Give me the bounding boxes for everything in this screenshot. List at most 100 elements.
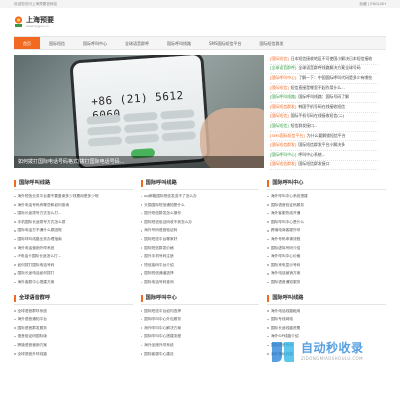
category-tag[interactable]: [国际呼叫中心] bbox=[270, 152, 296, 158]
side-list-item[interactable]: [国际短信] 短信群发接口... bbox=[270, 122, 378, 132]
article-link[interactable]: 语音验证码国际版 bbox=[14, 332, 133, 341]
article-link[interactable]: 国际专线网络 bbox=[267, 315, 386, 324]
article-link[interactable]: 国际短信群发价格 bbox=[141, 244, 260, 253]
article-link[interactable]: 国际语音群发服务 bbox=[14, 324, 133, 333]
side-list-text[interactable]: 短信直接是哪里不起作用什么... bbox=[291, 85, 345, 91]
banner-caption[interactable]: 如何拨打国际电话号码格式|拨打国际电话号码... bbox=[14, 156, 264, 168]
article-link[interactable]: 国外手机号码注册 bbox=[141, 252, 260, 261]
article-link[interactable]: 国际短信验证码收不到怎么办 bbox=[141, 218, 260, 227]
section-title[interactable]: 国际呼叫线路 bbox=[140, 178, 260, 191]
site-logo[interactable]: 上海预要 www.hyjyun.cn bbox=[14, 16, 54, 29]
category-tag[interactable]: [国际呼叫线路] bbox=[270, 94, 296, 100]
article-link[interactable]: 海外客服中心搭建方案 bbox=[14, 278, 133, 287]
side-list-text[interactable]: 呼叫中心系统... bbox=[298, 152, 325, 158]
article-link[interactable]: qq邮箱国际短信发送不了怎么办 bbox=[141, 192, 260, 201]
section-title[interactable]: 国际呼叫线路 bbox=[267, 293, 387, 305]
article-link[interactable]: 国际来电显示号码 bbox=[267, 261, 386, 270]
category-tag[interactable]: [国际短信] bbox=[270, 123, 289, 129]
side-list-item[interactable]: [国际呼叫中心] 了解一下：中国国际呼叫代码是多少有哪些 bbox=[270, 74, 378, 84]
side-list-text[interactable]: 国际短信群发平台小解决多 bbox=[298, 142, 345, 148]
side-list-item[interactable]: [国际短信群发] 国际短信群发平台小解决多 bbox=[270, 141, 378, 151]
article-link[interactable]: 海外客服热线开通 bbox=[267, 209, 386, 218]
category-tag[interactable]: [SMS国际短信平台] bbox=[270, 133, 305, 139]
side-list-item[interactable]: [国际短信] 短信直接是哪里不起作用什么... bbox=[270, 84, 378, 94]
article-link[interactable]: 手机国际长途拨号方式怎么拨 bbox=[14, 218, 133, 227]
article-link[interactable]: 海外号码语音验证码 bbox=[141, 227, 260, 236]
top-links[interactable]: 收藏 | ENGLISH bbox=[360, 2, 386, 6]
side-list-text[interactable]: 国际短信群发接口 bbox=[298, 162, 329, 167]
side-list-text[interactable]: 了解一下：中国国际呼叫代码是多少有哪些 bbox=[298, 75, 372, 81]
side-list-text[interactable]: 韩国手机号码在线接收短信 bbox=[298, 104, 345, 110]
article-link[interactable]: 海外电话号码有哪些和如何查询 bbox=[14, 201, 133, 210]
article-link[interactable]: IP电话卡国际长途怎么打... bbox=[14, 252, 133, 261]
article-link[interactable]: 海外坐席外呼系统 bbox=[141, 341, 260, 350]
article-link[interactable]: 国际呼叫中心外包服务 bbox=[141, 315, 260, 324]
side-list-item[interactable]: [全球语音群呼] 全球语音群呼线路解决方案全球号码 bbox=[270, 65, 378, 75]
category-tag[interactable]: [全球语音群呼] bbox=[270, 66, 296, 71]
nav-item-3[interactable]: 全球语音群呼 bbox=[116, 37, 158, 49]
article-link[interactable]: 海外落地线路 bbox=[267, 350, 386, 359]
side-list-text[interactable]: 日本短信接收地区不可使国小解决日本短信接收 bbox=[291, 56, 373, 62]
side-list-item[interactable]: [国际短信] 日本短信接收地区不可使国小解决日本短信接收 bbox=[270, 55, 378, 65]
article-link[interactable]: 海外呼叫中心解决方案 bbox=[141, 324, 260, 333]
article-link[interactable]: 海外呼叫中心价格 bbox=[267, 252, 386, 261]
article-link[interactable]: 国际语音通知服务 bbox=[267, 278, 386, 287]
section-title[interactable]: 国际呼叫中心 bbox=[140, 293, 260, 305]
article-link[interactable]: 短信接码平台介绍 bbox=[141, 261, 260, 270]
article-link[interactable]: 国外短信群发怎么操作 bbox=[141, 209, 260, 218]
nav-item-0[interactable]: 首页 bbox=[14, 37, 40, 49]
nav-item-5[interactable]: SMS国际短信平台 bbox=[200, 37, 251, 49]
category-tag[interactable]: [国际短信] bbox=[270, 56, 289, 62]
article-link[interactable]: 国际客服中心建设 bbox=[141, 350, 260, 359]
side-list-item[interactable]: [国际呼叫中心] 呼叫中心系统... bbox=[270, 151, 378, 161]
side-list-item[interactable]: [国际短信群发] 国际短信群发接口 bbox=[270, 161, 378, 171]
section-title[interactable]: 国际呼叫中心 bbox=[267, 178, 387, 191]
article-link[interactable]: 海外语音通知平台 bbox=[14, 315, 133, 324]
side-list-text[interactable]: 短信群发接口... bbox=[291, 123, 318, 129]
article-link[interactable]: 跨境电商客服外呼 bbox=[267, 227, 386, 236]
article-link[interactable]: 国际长途线路资费 bbox=[267, 324, 386, 333]
category-tag[interactable]: [国际短信群发] bbox=[270, 142, 296, 148]
side-list-item[interactable]: [国际短信] 国际手机号码在线接收短信(二) bbox=[270, 113, 378, 123]
article-link[interactable]: 如何拨打国际电话号码 bbox=[14, 261, 133, 270]
side-list-text[interactable]: 全球语音群呼线路解决方案全球号码 bbox=[298, 66, 360, 71]
side-list-text[interactable]: 国际呼叫线路：国际号码了解 bbox=[298, 94, 349, 100]
category-tag[interactable]: [国际短信] bbox=[270, 114, 289, 119]
article-link[interactable]: 海外电话线路租用 bbox=[267, 307, 386, 316]
nav-item-6[interactable]: 国际短信群发 bbox=[251, 37, 293, 49]
article-link[interactable]: 天猫国际短信通知是什么 bbox=[141, 201, 260, 210]
article-link[interactable]: 海外呼叫中心系统搭建 bbox=[267, 192, 386, 201]
nav-item-2[interactable]: 国际呼叫中心 bbox=[74, 37, 116, 49]
article-link[interactable]: 跨境语音营销方案 bbox=[14, 341, 133, 350]
side-list-text[interactable]: 国际手机号码在线接收短信(二) bbox=[291, 114, 345, 119]
side-list-item[interactable]: [国际呼叫线路] 国际呼叫线路：国际号码了解 bbox=[270, 93, 378, 103]
side-list-item[interactable]: [国际短信群发] 韩国手机号码在线接收短信 bbox=[270, 103, 378, 113]
article-link[interactable]: 国际短信平台如何选择 bbox=[141, 307, 260, 316]
article-link[interactable]: 国际长途电话如何拨打 bbox=[14, 269, 133, 278]
side-list-text[interactable]: 为什么要解锁短信平台 bbox=[307, 133, 346, 139]
article-link[interactable]: 国际语音专线 bbox=[267, 341, 386, 350]
article-link[interactable]: 国际长途拨号方式怎么打... bbox=[14, 209, 133, 218]
nav-item-1[interactable]: 国际短信 bbox=[40, 37, 74, 49]
category-tag[interactable]: [国际呼叫中心] bbox=[270, 75, 296, 81]
article-link[interactable]: 海外短信业务平台要不要备案多少钱费用是多少呢 bbox=[14, 192, 133, 201]
category-tag[interactable]: [国际短信群发] bbox=[270, 162, 296, 167]
category-tag[interactable]: [国际短信] bbox=[270, 85, 289, 91]
article-link[interactable]: 国际呼叫中心是什么 bbox=[267, 218, 386, 227]
section-title[interactable]: 国际呼叫线路 bbox=[14, 178, 133, 191]
hero-banner[interactable]: +86 (21) 5612 6060 如何拨打国际电话号码格式|拨打国际电话号码… bbox=[14, 55, 264, 168]
article-link[interactable]: 海外电话营销方案 bbox=[267, 269, 386, 278]
article-link[interactable]: 国际呼叫线路业务办理指南 bbox=[14, 235, 133, 244]
article-link[interactable]: 海外SIP线路介绍 bbox=[267, 332, 386, 341]
article-link[interactable]: 全球语音外呼线路 bbox=[14, 350, 133, 359]
article-link[interactable]: 国际短信通道选择 bbox=[141, 269, 260, 278]
article-link[interactable]: 国际虚拟号码介绍 bbox=[267, 244, 386, 253]
article-link[interactable]: 国际电话号码查询 bbox=[141, 278, 260, 287]
article-link[interactable]: 海外电话营销外呼系统 bbox=[14, 244, 133, 253]
article-link[interactable]: 国际呼叫中心搭建流程 bbox=[141, 332, 260, 341]
side-list-item[interactable]: [SMS国际短信平台] 为什么要解锁短信平台 bbox=[270, 132, 378, 142]
section-title[interactable]: 全球语音群呼 bbox=[14, 293, 133, 305]
category-tag[interactable]: [国际短信群发] bbox=[270, 104, 296, 110]
article-link[interactable]: 国际短信平台哪家好 bbox=[141, 235, 260, 244]
article-link[interactable]: 全球语音群呼系统 bbox=[14, 307, 133, 316]
